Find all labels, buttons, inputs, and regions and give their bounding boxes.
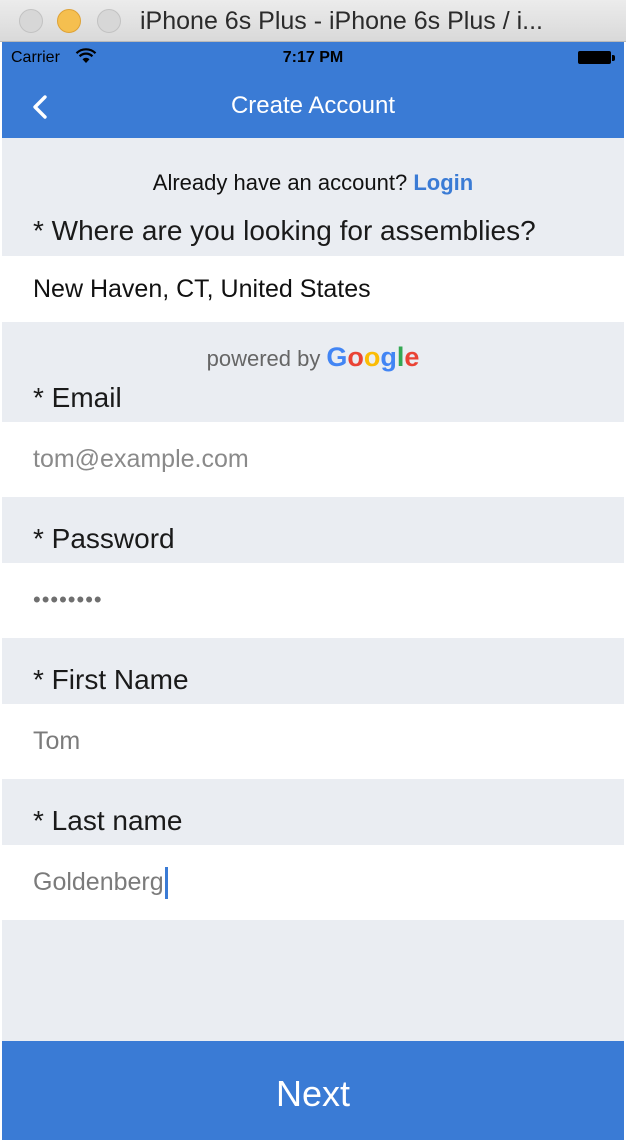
last-name-label: * Last name [33, 805, 183, 836]
navigation-bar: Create Account [2, 74, 624, 138]
last-name-input[interactable]: Goldenberg [33, 845, 168, 920]
login-prompt-text: Already have an account? [152, 170, 408, 195]
password-label: * Password [33, 523, 175, 554]
first-name-field[interactable] [2, 704, 624, 779]
google-attribution: powered by Google [2, 340, 624, 376]
window-titlebar: iPhone 6s Plus - iPhone 6s Plus / i... [0, 0, 626, 42]
battery-icon [578, 51, 611, 64]
status-time: 7:17 PM [282, 49, 344, 66]
email-label: * Email [33, 382, 122, 413]
window-minimize-button[interactable] [57, 9, 81, 33]
password-masked-value[interactable]: •••••••• [33, 563, 103, 637]
location-label: * Where are you looking for assemblies? [33, 215, 536, 246]
location-input[interactable] [33, 256, 593, 322]
text-caret [164, 867, 168, 900]
next-button[interactable]: Next [2, 1041, 624, 1140]
last-name-value: Goldenberg [33, 868, 164, 896]
login-prompt: Already have an account? Login [2, 167, 624, 199]
back-chevron-icon[interactable] [26, 92, 56, 122]
password-field[interactable]: •••••••• [2, 563, 624, 638]
window-zoom-button[interactable] [97, 9, 121, 33]
location-field[interactable] [2, 256, 624, 322]
battery-tip [612, 55, 615, 61]
last-name-field[interactable]: Goldenberg [2, 845, 624, 920]
first-name-label: * First Name [33, 664, 189, 695]
window-close-button[interactable] [19, 9, 43, 33]
google-logo: Google [326, 342, 420, 372]
window-title: iPhone 6s Plus - iPhone 6s Plus / i... [140, 7, 543, 35]
status-bar: Carrier 7:17 PM [2, 42, 624, 74]
email-input[interactable] [33, 422, 593, 497]
page-title: Create Account [230, 92, 396, 119]
powered-by-text: powered by [206, 346, 321, 371]
login-link[interactable]: Login [413, 170, 473, 195]
email-field[interactable] [2, 422, 624, 497]
first-name-input[interactable] [33, 704, 593, 779]
phone-screen: Carrier 7:17 PM Create Account Already h… [2, 42, 624, 1140]
